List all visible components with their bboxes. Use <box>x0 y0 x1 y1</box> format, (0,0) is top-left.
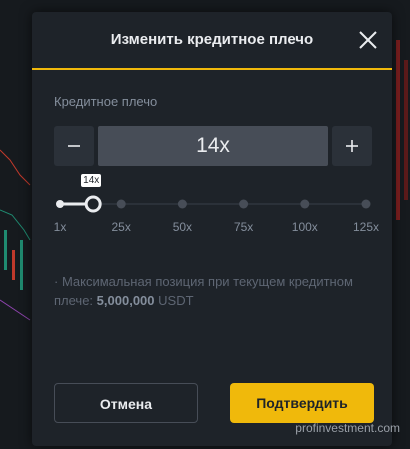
slider-tick-100x <box>300 199 310 209</box>
slider-tick-1x <box>56 200 64 208</box>
cancel-button[interactable]: Отмена <box>54 383 198 423</box>
slider-mark-label[interactable]: 100x <box>292 220 318 234</box>
info-unit: USDT <box>158 293 194 308</box>
plus-icon <box>346 140 358 152</box>
slider-track[interactable] <box>54 174 384 214</box>
slider-tick-75x <box>239 199 249 209</box>
slider-mark-label[interactable]: 125x <box>353 220 379 234</box>
decrease-button[interactable] <box>54 126 94 166</box>
leverage-input[interactable]: 14x <box>98 126 328 166</box>
max-position-info: · Максимальная позиция при текущем креди… <box>54 272 354 310</box>
slider-mark-label[interactable]: 75x <box>234 220 253 234</box>
modal-header: Изменить кредитное плечо <box>32 12 392 70</box>
slider-tick-25x <box>116 199 126 209</box>
minus-icon <box>68 145 80 147</box>
leverage-modal: Изменить кредитное плечо Кредитное плечо… <box>32 12 392 446</box>
leverage-slider[interactable]: 14x 1x 25x 50x 75x 100x 125x <box>54 174 384 234</box>
slider-tick-125x <box>361 199 371 209</box>
slider-thumb <box>84 195 102 213</box>
leverage-stepper: 14x <box>54 126 372 166</box>
increase-button[interactable] <box>332 126 372 166</box>
close-button[interactable] <box>356 28 380 52</box>
slider-tick-50x <box>177 199 187 209</box>
close-icon <box>359 31 377 49</box>
modal-title: Изменить кредитное плечо <box>110 31 314 48</box>
confirm-button[interactable]: Подтвердить <box>230 383 374 423</box>
slider-mark-label[interactable]: 1x <box>54 220 67 234</box>
leverage-label: Кредитное плечо <box>54 94 158 109</box>
slider-mark-label[interactable]: 25x <box>112 220 131 234</box>
slider-mark-label[interactable]: 50x <box>173 220 192 234</box>
info-value: 5,000,000 <box>96 293 155 308</box>
watermark: profinvestment.com <box>295 421 400 435</box>
slider-tooltip: 14x <box>81 174 102 187</box>
